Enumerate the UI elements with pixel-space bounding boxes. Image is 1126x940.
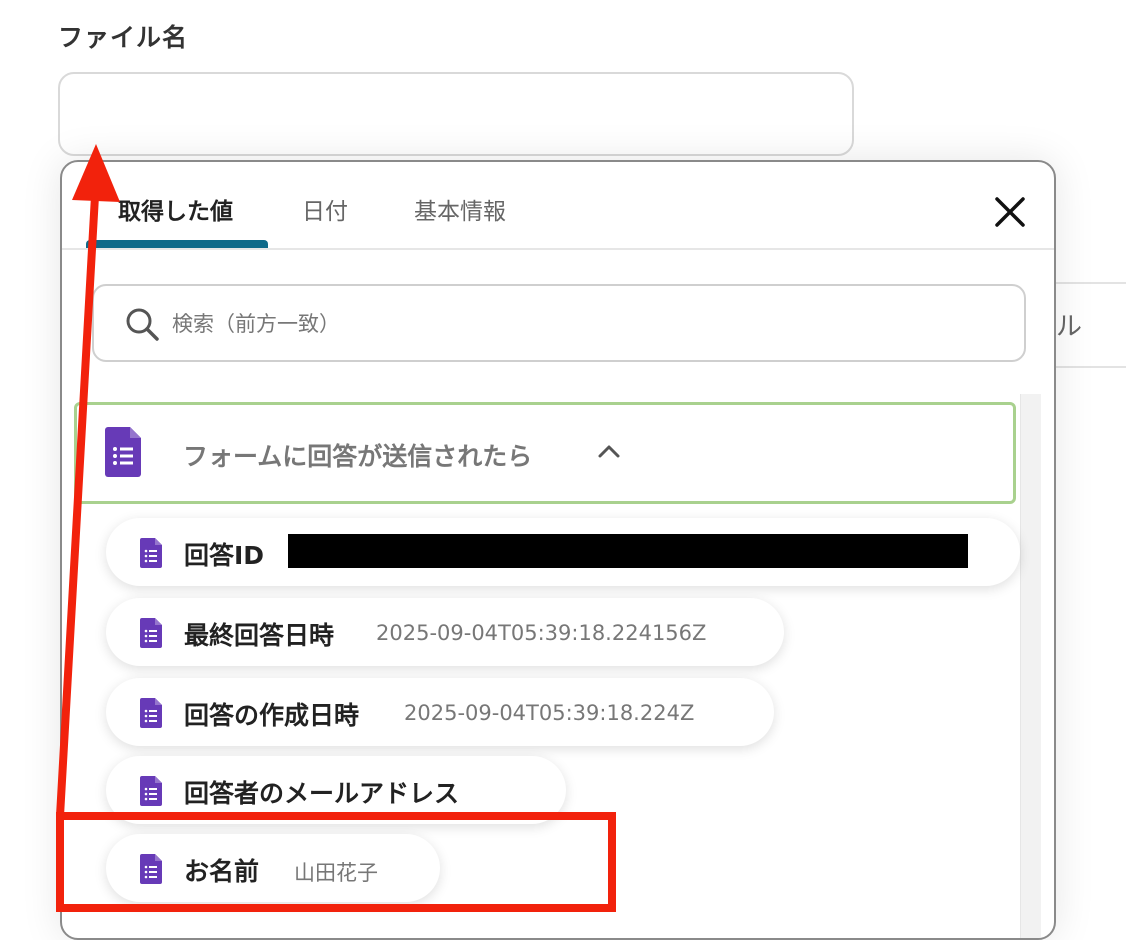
scrollbar-track[interactable] <box>1020 394 1041 938</box>
google-forms-icon <box>140 776 162 806</box>
google-forms-icon <box>140 538 162 568</box>
list-item-last-response-time[interactable]: 最終回答日時 2025-09-04T05:39:18.224156Z <box>106 598 784 666</box>
list-item-response-created-time[interactable]: 回答の作成日時 2025-09-04T05:39:18.224Z <box>106 678 774 746</box>
filename-input[interactable] <box>58 72 854 156</box>
search-icon <box>126 308 159 341</box>
tab-date[interactable]: 日付 <box>302 192 348 226</box>
background-partial-text: ル <box>1056 312 1083 342</box>
tab-retrieved-values[interactable]: 取得した値 <box>118 192 233 226</box>
close-icon <box>995 197 1025 227</box>
item-value: 2025-09-04T05:39:18.224Z <box>404 701 695 725</box>
search-box <box>92 284 1026 362</box>
chevron-up-icon[interactable] <box>597 443 621 459</box>
annotation-highlight-box <box>56 812 616 912</box>
item-label: 最終回答日時 <box>184 621 335 650</box>
item-label: 回答ID <box>184 541 265 570</box>
google-forms-icon <box>105 427 141 477</box>
item-label: 回答の作成日時 <box>184 701 360 730</box>
group-header-form-submitted[interactable]: フォームに回答が送信されたら <box>74 402 1016 504</box>
google-forms-icon <box>140 618 162 648</box>
tab-basic-info[interactable]: 基本情報 <box>414 192 506 226</box>
redacted-value <box>288 534 968 568</box>
item-label: 回答者のメールアドレス <box>184 779 460 808</box>
list-item-response-id[interactable]: 回答ID <box>106 518 1020 586</box>
field-label-filename: ファイル名 <box>58 23 189 52</box>
group-title: フォームに回答が送信されたら <box>183 442 533 471</box>
close-button[interactable] <box>990 192 1030 232</box>
active-tab-indicator <box>86 240 268 248</box>
popup-tabs: 取得した値 日付 基本情報 <box>62 162 1054 250</box>
google-forms-icon <box>140 698 162 728</box>
item-value: 2025-09-04T05:39:18.224156Z <box>376 621 707 645</box>
search-input[interactable] <box>170 300 994 348</box>
